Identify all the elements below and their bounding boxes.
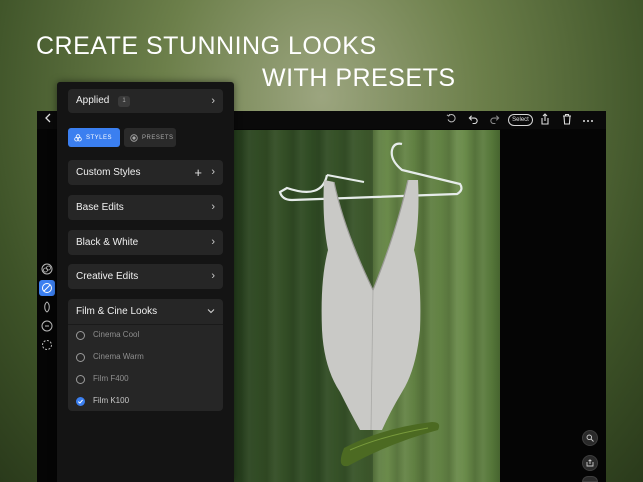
tab-presets-label: PRESETS [142, 134, 174, 141]
look-option-film-f400[interactable]: Film F400 [76, 369, 216, 391]
export-icon[interactable] [582, 455, 598, 471]
film-cine-label: Film & Cine Looks [76, 306, 158, 317]
radio-icon [76, 353, 85, 362]
undo-icon[interactable] [467, 113, 479, 127]
checkmark-icon [76, 397, 85, 406]
trash-icon[interactable] [561, 113, 573, 127]
custom-styles-label: Custom Styles [76, 167, 141, 178]
black-white-label: Black & White [76, 237, 139, 248]
black-white-row[interactable]: Black & White › [68, 230, 223, 255]
retouch-tool-icon[interactable] [39, 318, 55, 334]
applied-label: Applied [76, 95, 110, 106]
chevron-right-icon: › [211, 201, 215, 213]
presets-tab-icon [130, 133, 138, 142]
look-label: Cinema Warm [93, 352, 144, 361]
chevron-right-icon: › [211, 270, 215, 282]
creative-edits-label: Creative Edits [76, 271, 139, 282]
share-icon[interactable] [539, 113, 551, 127]
base-edits-row[interactable]: Base Edits › [68, 195, 223, 220]
tab-presets[interactable]: PRESETS [124, 128, 176, 147]
chevron-left-icon[interactable] [43, 113, 53, 127]
canvas-side-area [500, 130, 606, 482]
chevron-down-icon [207, 299, 215, 324]
look-label: Cinema Cool [93, 330, 140, 339]
select-button[interactable]: Select [508, 114, 533, 126]
add-icon[interactable]: + [194, 160, 202, 185]
radio-icon [76, 375, 85, 384]
look-option-cinema-cool[interactable]: Cinema Cool [76, 325, 216, 347]
garment-illustration [278, 142, 463, 467]
chevron-right-icon: › [211, 166, 215, 178]
film-cine-section: Film & Cine Looks Cinema Cool Cinema War… [68, 299, 223, 411]
styles-tool-icon[interactable] [39, 261, 55, 277]
photo-canvas[interactable] [232, 130, 500, 482]
creative-edits-row[interactable]: Creative Edits › [68, 264, 223, 289]
adjust-tool-icon[interactable] [39, 280, 55, 296]
applied-row[interactable]: Applied 1 › [68, 89, 223, 113]
styles-tab-icon [74, 133, 82, 141]
look-label: Film F400 [93, 374, 129, 383]
redo-icon[interactable] [488, 113, 500, 127]
look-option-cinema-warm[interactable]: Cinema Warm [76, 347, 216, 369]
mask-tool-icon[interactable] [39, 299, 55, 315]
headline-line-2: WITH PRESETS [262, 64, 456, 92]
look-label: Film K100 [93, 396, 130, 405]
custom-styles-row[interactable]: Custom Styles + › [68, 160, 223, 185]
zoom-icon[interactable] [582, 430, 598, 446]
more-tools-icon[interactable] [582, 476, 598, 482]
history-icon[interactable] [445, 113, 457, 127]
tab-styles[interactable]: STYLES [68, 128, 120, 147]
chevron-right-icon: › [211, 95, 215, 107]
base-edits-label: Base Edits [76, 202, 124, 213]
more-icon[interactable] [582, 113, 594, 127]
applied-count-badge: 1 [118, 96, 130, 107]
tool-rail [37, 261, 57, 356]
effects-tool-icon[interactable] [39, 337, 55, 353]
chevron-right-icon: › [211, 236, 215, 248]
edit-panel: Applied 1 › STYLES PRESETS Custom Styles… [57, 82, 234, 482]
radio-icon [76, 331, 85, 340]
headline-line-1: CREATE STUNNING LOOKS [36, 32, 377, 60]
tab-styles-label: STYLES [86, 134, 113, 141]
look-option-film-k100[interactable]: Film K100 [76, 391, 216, 413]
film-cine-header[interactable]: Film & Cine Looks [68, 299, 223, 324]
